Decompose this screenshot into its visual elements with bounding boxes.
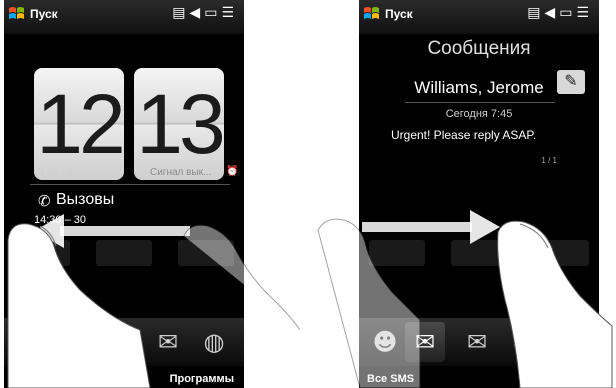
tab-messages-icon[interactable]: ✉ [405, 322, 445, 362]
start-label[interactable]: Пуск [30, 7, 58, 21]
alarm-icon: ⏰ [226, 166, 239, 177]
tile [369, 240, 425, 266]
battery-icon: ▭ [559, 5, 577, 21]
left-phone-screen: Пуск ▤◀▭☰ 12 13 21.08.08 Сигнал вык... ⏰… [4, 0, 244, 388]
tab-contacts-icon[interactable]: ☻ [365, 322, 405, 362]
tab-mail-icon[interactable]: ✉ [148, 322, 188, 362]
status-bar: Пуск ▤◀▭☰ [359, 0, 599, 34]
messages-header: Сообщения [427, 38, 531, 59]
softkey-phone[interactable]: Телефон [12, 373, 60, 385]
start-label[interactable]: Пуск [385, 7, 413, 21]
calls-title[interactable]: Вызовы [56, 191, 114, 209]
tile [96, 240, 152, 266]
message-page-counter: 1 / 1 [541, 156, 557, 165]
softkey-menu[interactable]: Меню [558, 373, 589, 385]
status-icons[interactable]: ▤◀▭☰ [527, 5, 593, 21]
tile [178, 240, 234, 266]
message-time: Сегодня 7:45 [445, 108, 513, 120]
menu-icon: ☰ [221, 5, 238, 21]
divider [30, 184, 230, 185]
alarm-label[interactable]: Сигнал вык... [150, 167, 211, 178]
tab-contacts-icon[interactable]: ☻ [56, 322, 96, 362]
windows-start-icon[interactable] [7, 4, 27, 24]
tab-internet-icon[interactable]: ◍ [194, 322, 234, 362]
softkey-bar: Все SMS Меню [359, 366, 599, 388]
status-bar: Пуск ▤◀▭☰ [4, 0, 244, 34]
clock-hours: 12 [34, 68, 126, 180]
tile [533, 240, 589, 266]
volume-icon: ◀ [189, 5, 205, 21]
tile [14, 240, 70, 266]
divider [405, 102, 555, 103]
clock-date: 21.08.08 [34, 167, 73, 178]
right-phone-screen: Пуск ▤◀▭☰ Сообщения ✎ Williams, Jerome С… [359, 0, 599, 388]
tab-camera-icon[interactable]: ◙ [549, 322, 589, 362]
signal-icon: ▤ [172, 5, 190, 21]
volume-icon: ◀ [544, 5, 560, 21]
phone-icon: ✆ [38, 193, 51, 210]
tab-internet-icon[interactable]: ◍ [503, 322, 543, 362]
tab-messages-icon[interactable]: ✉ [102, 322, 142, 362]
call-time: 14:30 – 30 [34, 214, 86, 226]
signal-icon: ▤ [527, 5, 545, 21]
tile [451, 240, 507, 266]
clock-minutes: 13 [134, 68, 226, 180]
battery-icon: ▭ [204, 5, 222, 21]
message-body[interactable]: Urgent! Please reply ASAP. [391, 128, 541, 143]
menu-icon: ☰ [576, 5, 593, 21]
tab-mail-icon[interactable]: ✉ [457, 322, 497, 362]
softkey-programs[interactable]: Программы [170, 373, 234, 385]
message-sender[interactable]: Williams, Jerome [359, 78, 599, 98]
softkey-all-sms[interactable]: Все SMS [367, 373, 414, 385]
tab-home-icon[interactable]: ⌂ [10, 322, 50, 362]
status-icons[interactable]: ▤◀▭☰ [172, 5, 238, 21]
softkey-bar: Телефон Программы [4, 366, 244, 388]
windows-start-icon[interactable] [362, 4, 382, 24]
